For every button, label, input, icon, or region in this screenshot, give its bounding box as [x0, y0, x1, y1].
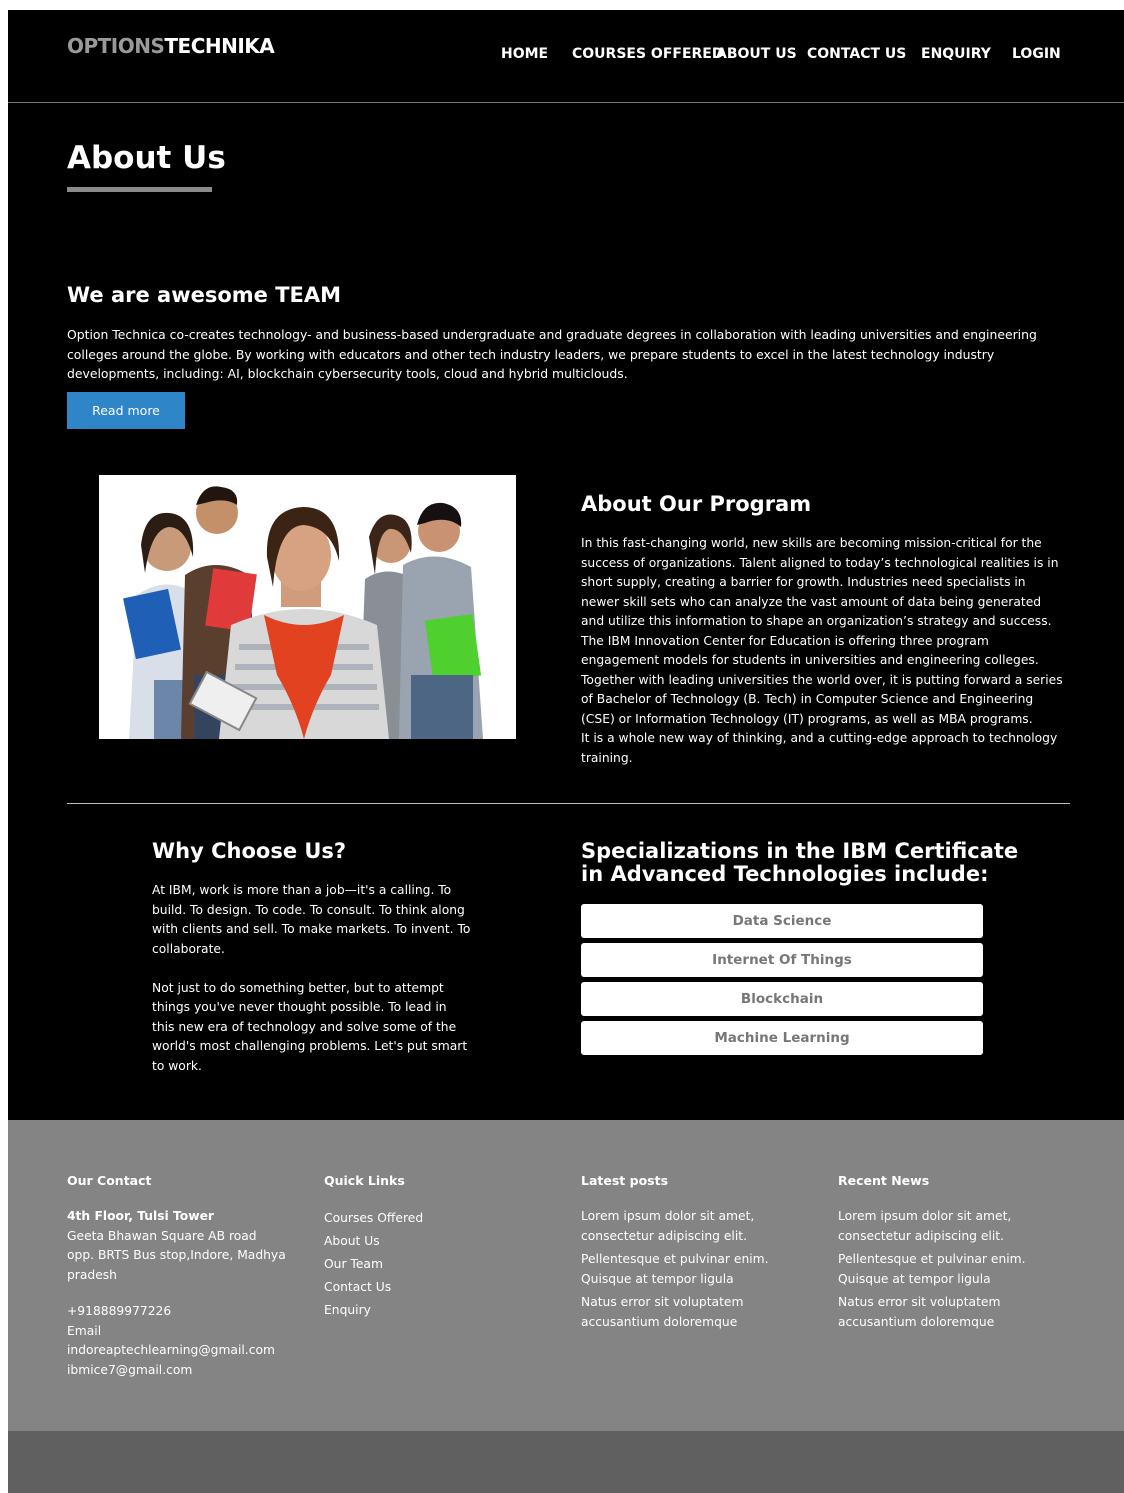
- main-content: OPTIONSTECHNIKA HOME COURSES OFFERED ABO…: [8, 10, 1124, 1120]
- nav-login[interactable]: LOGIN: [1012, 46, 1061, 66]
- address-line: Geeta Bhawan Square AB road: [67, 1228, 257, 1243]
- spec-internet-of-things[interactable]: Internet Of Things: [581, 943, 983, 977]
- nav-enquiry[interactable]: ENQUIRY: [921, 46, 991, 66]
- section-divider: [67, 803, 1070, 804]
- footer-link-contact-us[interactable]: Contact Us: [324, 1276, 564, 1299]
- title-underline: [67, 187, 212, 192]
- latest-post[interactable]: Pellentesque et pulvinar enim. Quisque a…: [581, 1250, 821, 1289]
- footer-contact: Our Contact 4th Floor, Tulsi Tower Geeta…: [67, 1173, 307, 1380]
- email-address[interactable]: ibmice7@gmail.com: [67, 1361, 307, 1381]
- nav-home[interactable]: HOME: [501, 46, 548, 66]
- specializations-heading: Specializations in the IBM Certificate i…: [581, 839, 1019, 886]
- read-more-button[interactable]: Read more: [67, 392, 185, 429]
- students-photo: [99, 475, 516, 739]
- latest-post[interactable]: Lorem ipsum dolor sit amet, consectetur …: [581, 1207, 821, 1246]
- spec-machine-learning[interactable]: Machine Learning: [581, 1021, 983, 1055]
- program-text: In this fast-changing world, new skills …: [581, 534, 1066, 768]
- latest-post[interactable]: Natus error sit voluptatem accusantium d…: [581, 1293, 821, 1332]
- nav-about-us[interactable]: ABOUT US: [716, 46, 797, 66]
- recent-news-heading: Recent News: [838, 1173, 930, 1188]
- address-line: opp. BRTS Bus stop,Indore, Madhya: [67, 1248, 286, 1262]
- why-paragraph: At IBM, work is more than a job—it's a c…: [152, 883, 471, 956]
- news-item[interactable]: Lorem ipsum dolor sit amet, consectetur …: [838, 1207, 1078, 1246]
- spec-data-science[interactable]: Data Science: [581, 904, 983, 938]
- page: OPTIONSTECHNIKA HOME COURSES OFFERED ABO…: [8, 10, 1124, 1493]
- footer-link-about-us[interactable]: About Us: [324, 1230, 564, 1253]
- nav-courses-offered[interactable]: COURSES OFFERED: [572, 46, 723, 66]
- team-heading: We are awesome TEAM: [67, 283, 342, 307]
- footer-contact-heading: Our Contact: [67, 1173, 152, 1188]
- site-header: OPTIONSTECHNIKA HOME COURSES OFFERED ABO…: [8, 10, 1124, 103]
- footer-link-enquiry[interactable]: Enquiry: [324, 1299, 564, 1322]
- nav-contact-us[interactable]: CONTACT US: [807, 46, 906, 66]
- latest-posts-heading: Latest posts: [581, 1173, 669, 1188]
- news-item[interactable]: Pellentesque et pulvinar enim. Quisque a…: [838, 1250, 1078, 1289]
- quick-links-heading: Quick Links: [324, 1173, 405, 1188]
- students-illustration: [99, 475, 516, 739]
- program-paragraph: In this fast-changing world, new skills …: [581, 536, 1059, 628]
- why-heading: Why Choose Us?: [152, 839, 347, 863]
- news-item[interactable]: Natus error sit voluptatem accusantium d…: [838, 1293, 1078, 1332]
- address-bold: 4th Floor, Tulsi Tower: [67, 1209, 214, 1223]
- footer-link-our-team[interactable]: Our Team: [324, 1253, 564, 1276]
- site-footer: Our Contact 4th Floor, Tulsi Tower Geeta…: [8, 1120, 1124, 1431]
- footer-recent-news: Recent News Lorem ipsum dolor sit amet, …: [838, 1173, 1078, 1336]
- address-line: pradesh: [67, 1267, 117, 1282]
- spec-blockchain[interactable]: Blockchain: [581, 982, 983, 1016]
- footer-latest-posts: Latest posts Lorem ipsum dolor sit amet,…: [581, 1173, 821, 1336]
- why-paragraph: Not just to do something better, but to …: [152, 980, 468, 1073]
- why-text: At IBM, work is more than a job—it's a c…: [152, 881, 472, 1096]
- email-label: Email: [67, 1323, 102, 1338]
- program-heading: About Our Program: [581, 492, 812, 516]
- phone-number: +918889977226: [67, 1304, 172, 1318]
- footer-link-courses-offered[interactable]: Courses Offered: [324, 1207, 564, 1230]
- program-paragraph: The IBM Innovation Center for Education …: [581, 633, 1063, 726]
- page-title: About Us: [67, 140, 226, 176]
- team-text: Option Technica co-creates technology- a…: [67, 327, 1037, 381]
- footer-quick-links: Quick Links Courses Offered About Us Our…: [324, 1173, 564, 1322]
- site-logo[interactable]: OPTIONSTECHNIKA: [67, 34, 275, 58]
- program-paragraph: It is a whole new way of thinking, and a…: [581, 731, 1058, 765]
- footer-bottom-bar: [8, 1431, 1124, 1493]
- email-address[interactable]: indoreaptechlearning@gmail.com: [67, 1341, 307, 1361]
